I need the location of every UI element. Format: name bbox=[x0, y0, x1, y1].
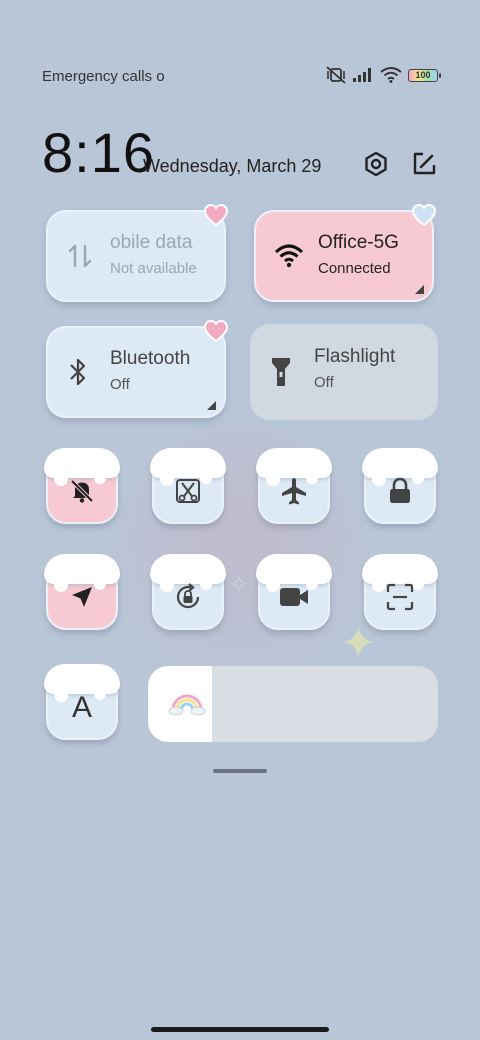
silent-icon bbox=[70, 479, 94, 503]
scanner-icon bbox=[386, 583, 414, 611]
drag-handle[interactable] bbox=[213, 769, 267, 773]
font-letter-icon: A bbox=[71, 691, 92, 724]
mobile-data-title: obile data bbox=[110, 232, 193, 253]
mobile-data-status: Not available bbox=[110, 260, 197, 277]
status-icons: 100 bbox=[326, 66, 441, 84]
bluetooth-status: Off bbox=[110, 376, 130, 393]
flashlight-title: Flashlight bbox=[314, 346, 396, 367]
airplane-mode-toggle[interactable] bbox=[256, 448, 332, 524]
sparkle-decoration: ✧ bbox=[228, 570, 250, 600]
rotation-lock-icon bbox=[176, 583, 200, 609]
screenshot-icon bbox=[176, 479, 200, 503]
mute-vibrate-icon bbox=[326, 66, 346, 84]
flashlight-icon bbox=[272, 358, 290, 386]
airplane-icon bbox=[282, 478, 306, 505]
wifi-network-name: Office-5G bbox=[318, 232, 399, 253]
silent-toggle[interactable] bbox=[44, 448, 120, 524]
settings-icon[interactable] bbox=[362, 150, 390, 178]
home-indicator[interactable] bbox=[151, 1027, 329, 1032]
snow-decoration bbox=[150, 554, 226, 592]
rotation-lock-toggle[interactable] bbox=[150, 554, 226, 630]
lock-icon bbox=[390, 477, 410, 503]
snow-decoration bbox=[362, 448, 438, 486]
wifi-status: Connected bbox=[318, 260, 391, 277]
mobile-data-tile[interactable]: obile data Not available bbox=[46, 204, 228, 302]
flashlight-status: Off bbox=[314, 374, 334, 391]
signal-icon bbox=[353, 68, 371, 82]
wifi-tile[interactable]: Office-5G Connected bbox=[254, 204, 436, 302]
scanner-toggle[interactable] bbox=[362, 554, 438, 630]
snow-decoration bbox=[44, 554, 120, 592]
location-toggle[interactable] bbox=[44, 554, 120, 630]
snow-decoration bbox=[256, 554, 332, 592]
edit-icon[interactable] bbox=[410, 150, 438, 178]
video-icon bbox=[280, 588, 308, 606]
brightness-slider[interactable] bbox=[148, 666, 438, 742]
snow-decoration bbox=[362, 554, 438, 592]
heart-icon bbox=[412, 204, 436, 226]
wifi-icon bbox=[274, 244, 304, 268]
bluetooth-tile[interactable]: Bluetooth Off bbox=[46, 320, 228, 418]
flashlight-tile[interactable]: Flashlight Off bbox=[250, 324, 438, 420]
snow-decoration bbox=[44, 448, 120, 486]
font-size-toggle[interactable]: A bbox=[44, 664, 120, 740]
clock-date: Wednesday, March 29 bbox=[143, 156, 322, 176]
sparkle-decoration: ✦ bbox=[340, 618, 377, 669]
bluetooth-icon bbox=[70, 358, 86, 386]
lock-toggle[interactable] bbox=[362, 448, 438, 524]
bluetooth-title: Bluetooth bbox=[110, 348, 191, 369]
clock-time: 8:16 bbox=[42, 121, 155, 184]
wifi-icon bbox=[380, 67, 402, 83]
snow-decoration bbox=[44, 664, 120, 702]
location-icon bbox=[72, 587, 92, 607]
expand-corner-icon[interactable] bbox=[207, 401, 216, 410]
snow-decoration bbox=[150, 448, 226, 486]
rainbow-icon bbox=[168, 694, 206, 716]
status-bar: Emergency calls o 100 bbox=[42, 64, 441, 88]
heart-icon bbox=[204, 204, 228, 226]
snow-decoration bbox=[256, 448, 332, 486]
mobile-data-icon bbox=[68, 244, 92, 268]
screen-record-toggle[interactable] bbox=[256, 554, 332, 630]
battery-icon: 100 bbox=[408, 68, 441, 82]
expand-corner-icon[interactable] bbox=[415, 285, 424, 294]
carrier-label: Emergency calls o bbox=[42, 68, 165, 85]
heart-icon bbox=[204, 320, 228, 342]
screenshot-toggle[interactable] bbox=[150, 448, 226, 524]
